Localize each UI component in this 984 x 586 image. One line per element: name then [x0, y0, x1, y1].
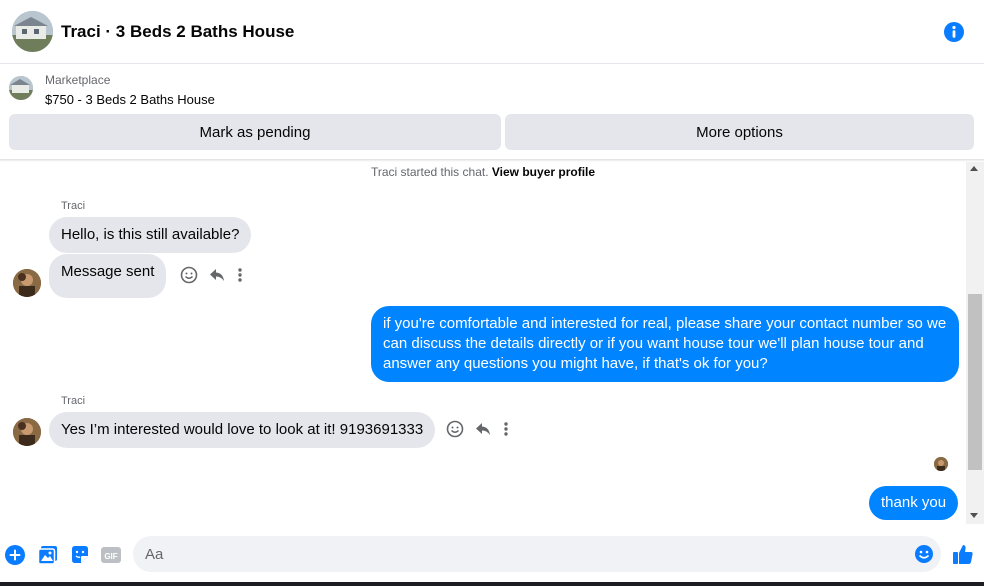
- chat-title[interactable]: Traci · 3 Beds 2 Baths House: [61, 22, 294, 42]
- seen-avatar: [934, 457, 948, 471]
- mark-pending-button[interactable]: Mark as pending: [9, 114, 501, 150]
- message-bubble-outgoing[interactable]: thank you: [869, 486, 959, 520]
- gif-icon[interactable]: GIF: [100, 544, 122, 566]
- sender-avatar[interactable]: [13, 269, 41, 297]
- more-options-button[interactable]: More options: [505, 114, 974, 150]
- listing-avatar[interactable]: [12, 11, 53, 52]
- chat-started-note: Traci started this chat. View buyer prof…: [0, 165, 966, 179]
- message-input-box[interactable]: [133, 536, 941, 572]
- message-bubble-incoming[interactable]: Yes I’m interested would love to look at…: [49, 412, 436, 448]
- scroll-thumb[interactable]: [968, 294, 982, 470]
- sender-name: Traci: [61, 395, 86, 407]
- message-list: Traci started this chat. View buyer prof…: [0, 162, 966, 524]
- sender-name: Traci: [61, 200, 86, 212]
- emoji-icon[interactable]: [914, 544, 934, 564]
- reply-icon[interactable]: [474, 420, 492, 438]
- message-actions: [446, 420, 510, 438]
- more-icon[interactable]: [502, 420, 510, 438]
- message-bubble-incoming[interactable]: Hello, is this still available?: [49, 217, 252, 253]
- photo-icon[interactable]: [37, 544, 59, 566]
- sender-avatar[interactable]: [13, 418, 41, 446]
- composer: GIF: [0, 534, 984, 576]
- react-icon[interactable]: [180, 266, 198, 284]
- window-bottom-edge: [0, 582, 984, 586]
- message-input[interactable]: [145, 536, 905, 572]
- info-icon[interactable]: [943, 21, 965, 43]
- listing-bar: Marketplace $750 - 3 Beds 2 Baths House …: [0, 65, 984, 160]
- listing-title[interactable]: $750 - 3 Beds 2 Baths House: [45, 92, 215, 107]
- chat-started-text: Traci started this chat.: [370, 165, 489, 179]
- more-icon[interactable]: [236, 266, 244, 284]
- svg-text:GIF: GIF: [104, 552, 117, 561]
- scrollbar[interactable]: [966, 162, 984, 524]
- message-actions: [180, 266, 244, 284]
- like-icon[interactable]: [952, 543, 974, 565]
- view-buyer-profile-link[interactable]: View buyer profile: [492, 165, 595, 179]
- sticker-icon[interactable]: [69, 544, 91, 566]
- reply-icon[interactable]: [208, 266, 226, 284]
- message-bubble-incoming[interactable]: Message sent: [49, 254, 167, 298]
- scroll-up-arrow[interactable]: [970, 166, 978, 171]
- message-bubble-outgoing[interactable]: if you're comfortable and interested for…: [371, 306, 959, 382]
- add-icon[interactable]: [4, 544, 26, 566]
- listing-source: Marketplace: [45, 73, 111, 87]
- chat-header: Traci · 3 Beds 2 Baths House: [0, 0, 984, 64]
- react-icon[interactable]: [446, 420, 464, 438]
- scroll-down-arrow[interactable]: [970, 513, 978, 518]
- listing-thumbnail[interactable]: [9, 76, 33, 100]
